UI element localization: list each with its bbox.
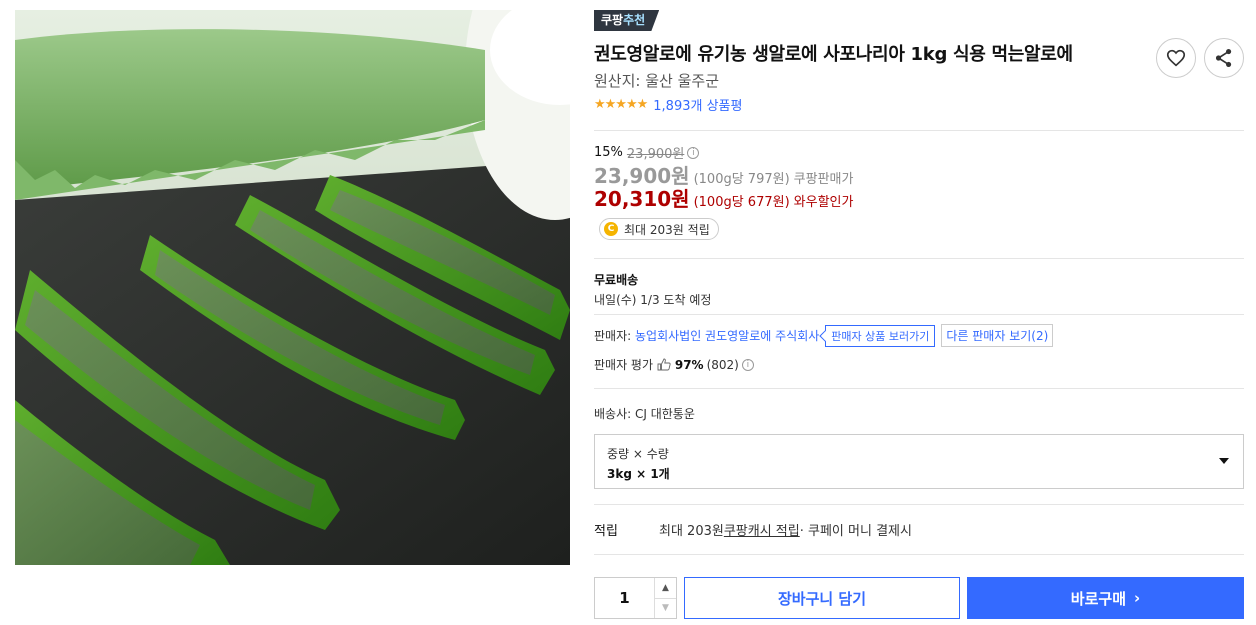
add-to-cart-button[interactable]: 장바구니 담기: [684, 577, 960, 619]
product-image[interactable]: [15, 10, 570, 565]
quantity-decrease-icon[interactable]: ▼: [655, 597, 676, 619]
buy-now-label: 바로구매: [1070, 589, 1126, 608]
quantity-input[interactable]: 1: [595, 578, 654, 618]
cash-reward-badge: C 최대 203원 적립: [599, 218, 719, 240]
buy-now-button[interactable]: 바로구매 ›: [967, 577, 1244, 619]
option-header: 중량 × 수량: [607, 447, 669, 461]
aloe-photo: [15, 10, 570, 565]
wishlist-button[interactable]: [1156, 38, 1196, 78]
carrier-text: 배송사: CJ 대한통운: [594, 407, 695, 421]
product-title: 권도영알로에 유기농 생알로에 사포나리아 1kg 식용 먹는알로에: [594, 44, 1073, 65]
option-selected-value: 3kg × 1개: [607, 467, 670, 481]
badge-accent-text: 추천: [623, 13, 646, 27]
seller-label: 판매자:: [594, 329, 632, 343]
caret-down-icon: [1219, 458, 1229, 464]
rating-stars: ★★★★★: [594, 97, 648, 112]
divider: [594, 258, 1244, 259]
add-to-cart-label: 장바구니 담기: [777, 589, 867, 608]
seller-row: 판매자: 농업회사법인 권도영알로에 주식회사 판매자 상품 보러가기 다른 판…: [594, 324, 1054, 347]
quantity-stepper: 1 ▲ ▼: [594, 577, 677, 619]
coupang-cash-link[interactable]: 쿠팡캐시 적립: [724, 520, 800, 539]
quantity-increase-icon[interactable]: ▲: [655, 578, 676, 598]
seller-name-link[interactable]: 농업회사법인 권도영알로에 주식회사: [635, 327, 819, 344]
reward-row: 적립 최대 203원 쿠팡캐시 적립 · 쿠페이 머니 결제시: [594, 520, 912, 539]
cash-reward-text: 최대 203원 적립: [624, 222, 710, 237]
heart-icon: [1166, 49, 1186, 67]
seller-eval-label: 판매자 평가: [594, 358, 654, 372]
shipping-title: 무료배송: [594, 273, 639, 287]
reward-prefix: 최대 203원: [659, 524, 724, 539]
rating-row: ★★★★★ 1,893개 상품평: [594, 95, 742, 114]
other-sellers-button[interactable]: 다른 판매자 보기(2): [941, 324, 1054, 347]
delivery-date: 내일(수) 1/3 도착 예정: [594, 293, 712, 307]
divider: [594, 504, 1244, 505]
coin-icon: C: [604, 222, 618, 236]
share-icon: [1215, 49, 1232, 67]
seller-evaluation: 판매자 평가 97% (802) i: [594, 356, 754, 373]
thumbs-up-icon: [657, 358, 671, 371]
wow-price: 20,310원: [594, 187, 690, 211]
info-icon[interactable]: i: [741, 358, 754, 371]
origin-text: 원산지: 울산 울주군: [594, 72, 719, 90]
reward-suffix: · 쿠페이 머니 결제시: [799, 524, 912, 539]
divider: [594, 388, 1244, 389]
recommend-badge: 쿠팡추천: [594, 10, 660, 31]
seller-eval-percent: 97%: [674, 357, 704, 372]
divider: [594, 130, 1244, 131]
discount-rate: 15%: [594, 145, 623, 160]
seller-products-tooltip[interactable]: 판매자 상품 보러가기: [825, 324, 936, 347]
wow-price-row: 20,310원 (100g당 677원) 와우할인가: [594, 183, 853, 212]
badge-text: 쿠팡: [601, 13, 624, 27]
divider: [594, 314, 1244, 315]
seller-eval-count: (802): [706, 357, 739, 372]
wow-price-label: 와우할인가: [793, 195, 854, 210]
review-count-link[interactable]: 1,893개 상품평: [653, 95, 742, 114]
quantity-arrows: ▲ ▼: [654, 578, 676, 618]
info-icon[interactable]: i: [687, 146, 700, 159]
chevron-right-icon: ›: [1134, 589, 1141, 607]
divider: [594, 554, 1244, 555]
reward-label: 적립: [594, 524, 618, 539]
share-button[interactable]: [1204, 38, 1244, 78]
option-select[interactable]: 중량 × 수량 3kg × 1개: [594, 434, 1244, 489]
product-info-panel: 쿠팡추천 권도영알로에 유기농 생알로에 사포나리아 1kg 식용 먹는알로에 …: [594, 10, 1244, 625]
wow-unit-price: (100g당 677원): [693, 195, 790, 210]
